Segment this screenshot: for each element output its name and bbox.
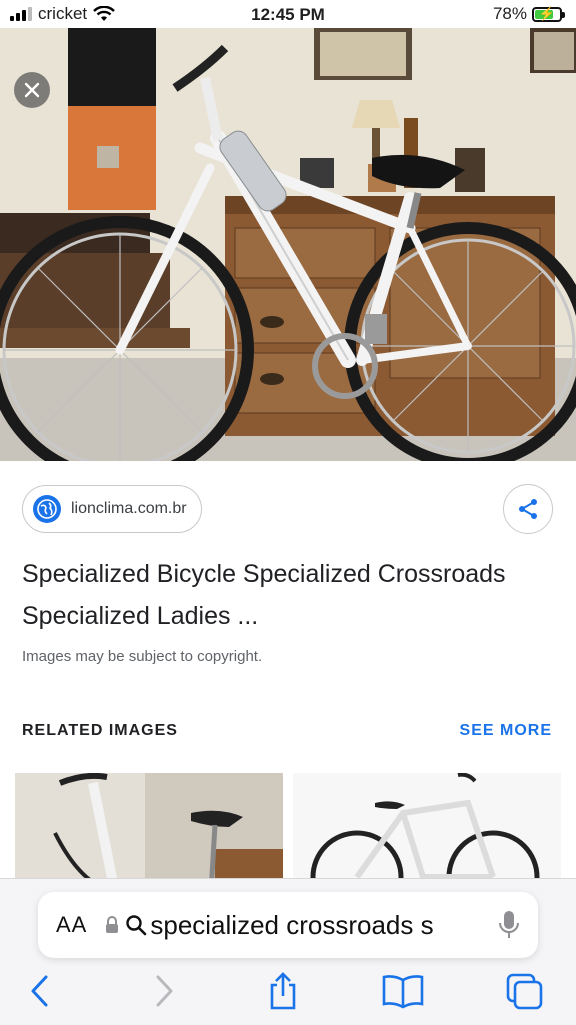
source-domain: lionclima.com.br <box>71 500 187 517</box>
microphone-icon[interactable] <box>498 910 520 940</box>
share-icon <box>270 972 296 1010</box>
battery-percent: 78% <box>492 4 527 23</box>
main-image[interactable] <box>0 28 576 461</box>
bookmarks-button[interactable] <box>375 968 431 1014</box>
forward-chevron-icon <box>156 975 173 1007</box>
related-images-heading: RELATED IMAGES <box>22 722 178 739</box>
bookmarks-icon <box>382 975 424 1009</box>
related-image-thumbnail[interactable] <box>15 773 283 893</box>
close-icon <box>24 82 40 98</box>
lock-icon <box>105 916 119 934</box>
search-query: specialized crossroads s <box>150 909 434 940</box>
related-image-thumbnail[interactable] <box>293 773 561 893</box>
back-chevron-icon <box>31 975 48 1007</box>
copyright-note: Images may be subject to copyright. <box>22 648 263 665</box>
back-button[interactable] <box>12 968 68 1014</box>
tabs-icon <box>506 973 543 1010</box>
battery-icon: ⚡ <box>532 6 565 22</box>
share-button[interactable] <box>503 484 553 534</box>
share-icon <box>519 499 537 519</box>
search-icon <box>126 915 147 936</box>
forward-button[interactable] <box>136 968 192 1014</box>
source-link[interactable]: lionclima.com.br <box>22 485 202 533</box>
share-page-button[interactable] <box>255 968 311 1014</box>
tabs-button[interactable] <box>496 968 552 1014</box>
close-button[interactable] <box>14 72 50 108</box>
reader-options-button[interactable]: AA <box>56 912 87 938</box>
see-more-link[interactable]: SEE MORE <box>460 722 552 740</box>
globe-icon <box>33 495 61 523</box>
address-bar[interactable]: AA specialized crossroads s <box>38 892 538 958</box>
status-time: 12:45 PM <box>251 5 325 24</box>
status-bar: cricket 12:45 PM 78% ⚡ <box>0 0 576 28</box>
image-title[interactable]: Specialized Bicycle Specialized Crossroa… <box>22 553 542 637</box>
